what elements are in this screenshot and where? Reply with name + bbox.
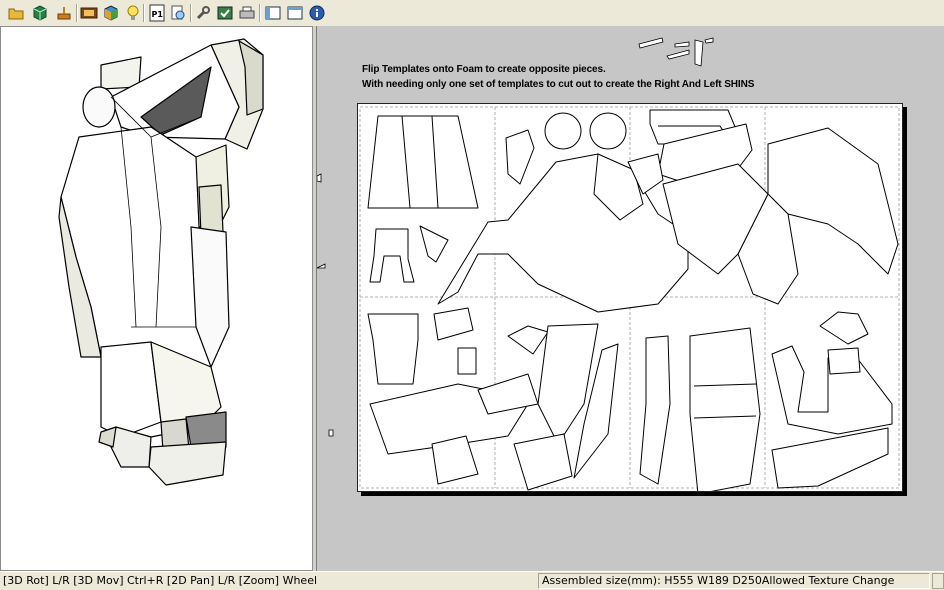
template-sheet[interactable]	[357, 103, 903, 492]
3d-view-pane[interactable]	[0, 26, 313, 571]
check-object-icon[interactable]	[215, 3, 235, 23]
template-parts	[359, 106, 900, 491]
status-bar: [3D Rot] L/R [3D Mov] Ctrl+R [2D Pan] L/…	[0, 571, 944, 590]
texture-icon[interactable]	[79, 3, 99, 23]
3d-model-icon[interactable]	[30, 3, 50, 23]
colored-cube-icon[interactable]	[101, 3, 121, 23]
annotation-line-1: Flip Templates onto Foam to create oppos…	[362, 64, 606, 75]
window-icon[interactable]	[285, 3, 305, 23]
page-icon-label: P1	[152, 10, 164, 19]
page-icon[interactable]: P1	[147, 3, 167, 23]
3d-shin-armor-model[interactable]	[1, 27, 312, 570]
annotation-line-2: With needing only one set of templates t…	[362, 79, 755, 90]
info-icon[interactable]	[307, 3, 327, 23]
status-assembled-size: Assembled size(mm): H555 W189 D250Allowe…	[538, 573, 930, 589]
toolbar: P1	[0, 0, 944, 27]
brush-icon[interactable]	[54, 3, 74, 23]
status-hint: [3D Rot] L/R [3D Mov] Ctrl+R [2D Pan] L/…	[3, 574, 318, 587]
open-folder-icon[interactable]	[6, 3, 26, 23]
status-grip[interactable]	[932, 573, 944, 589]
print-preview-icon[interactable]	[168, 3, 188, 23]
wrench-icon[interactable]	[193, 3, 213, 23]
printer-icon[interactable]	[237, 3, 257, 23]
2d-layout-pane[interactable]: Flip Templates onto Foam to create oppos…	[316, 26, 944, 571]
lightbulb-icon[interactable]	[123, 3, 143, 23]
layout-icon[interactable]	[263, 3, 283, 23]
